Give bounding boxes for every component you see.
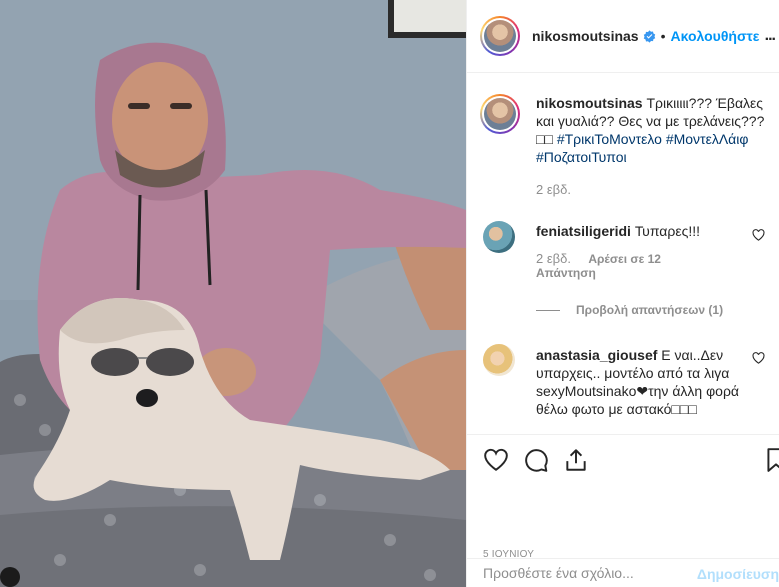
caption-emoji: □□ (536, 131, 553, 147)
caption-time[interactable]: 2 εβδ. (536, 182, 771, 197)
comment-username[interactable]: feniatsiligeridi (536, 223, 631, 239)
comments-list[interactable]: nikosmoutsinas Τρικιιιιι??? Έβαλες και γ… (467, 74, 779, 434)
bookmark-icon[interactable] (763, 447, 779, 473)
follow-button[interactable]: Ακολουθήστε (671, 28, 760, 44)
comment-username[interactable]: anastasia_giousef (536, 347, 657, 363)
add-comment-bar: Προσθέστε ένα σχόλιο... Δημοσίευση (467, 558, 779, 587)
reply-button[interactable]: Απάντηση (536, 266, 771, 280)
heart-icon[interactable] (483, 447, 509, 473)
comment-like-icon[interactable] (752, 352, 765, 364)
comment-time[interactable]: 2 εβδ. (536, 251, 571, 266)
verified-badge-icon (643, 29, 655, 43)
post-comment-button[interactable]: Δημοσίευση (697, 566, 779, 582)
caption-hashtags[interactable]: #ΤρικιΤοΜοντελο #ΜοντελΛάιφ #ΠοζατοιΤυπο… (536, 131, 748, 165)
commenter-avatar[interactable] (483, 221, 515, 253)
comment-icon[interactable] (523, 447, 549, 473)
caption: nikosmoutsinas Τρικιιιιι??? Έβαλες και γ… (480, 94, 771, 197)
view-replies-line (536, 309, 560, 311)
author-avatar[interactable] (480, 16, 520, 56)
post-side-panel: nikosmoutsinas • Ακολουθήστε ... nikosmo… (466, 0, 779, 587)
action-bar (467, 434, 779, 486)
author-username[interactable]: nikosmoutsinas (532, 28, 639, 44)
comment-item: feniatsiligeridi Τυπαρες!!! 2 εβδ. Αρέσε… (480, 221, 771, 280)
caption-username[interactable]: nikosmoutsinas (536, 95, 643, 111)
post-photo[interactable] (0, 0, 466, 587)
separator-dot: • (660, 28, 666, 44)
share-icon[interactable] (563, 447, 589, 473)
more-options-icon[interactable]: ... (765, 27, 776, 45)
caption-avatar[interactable] (480, 94, 520, 134)
comment-body: Τυπαρες!!! (634, 223, 700, 239)
comment-item: anastasia_giousef Ε ναι..Δεν υπαρχεις.. … (480, 344, 771, 418)
comment-meta: 2 εβδ. Αρέσει σε 12 Απάντηση (536, 251, 771, 281)
comment-likes[interactable]: Αρέσει σε 12 (588, 252, 661, 266)
comment-text: feniatsiligeridi Τυπαρες!!! (536, 221, 771, 240)
corner-button (0, 567, 20, 587)
add-comment-input[interactable]: Προσθέστε ένα σχόλιο... (483, 565, 634, 581)
comment-text: anastasia_giousef Ε ναι..Δεν υπαρχεις.. … (536, 344, 771, 418)
view-replies-button[interactable]: Προβολή απαντήσεων (1) (536, 303, 723, 317)
comment-like-icon[interactable] (752, 229, 765, 241)
photo-illustration (0, 0, 466, 587)
post-header: nikosmoutsinas • Ακολουθήστε ... (467, 0, 779, 73)
caption-text: nikosmoutsinas Τρικιιιιι??? Έβαλες και γ… (536, 94, 771, 166)
view-replies-label[interactable]: Προβολή απαντήσεων (1) (576, 303, 723, 317)
commenter-avatar[interactable] (483, 344, 515, 376)
